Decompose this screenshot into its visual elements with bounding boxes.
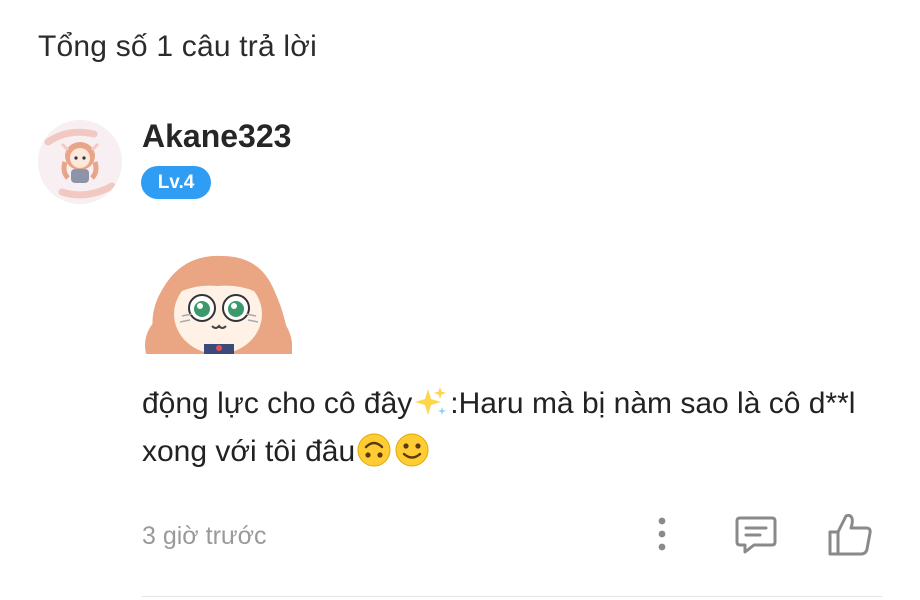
answer-count-title: Tổng số 1 câu trả lời bbox=[38, 30, 318, 63]
comment-divider bbox=[142, 596, 882, 597]
sparkles-icon bbox=[414, 385, 448, 419]
upside-down-face-icon bbox=[357, 433, 391, 467]
sticker-icon bbox=[145, 255, 293, 354]
username[interactable]: Akane323 bbox=[142, 118, 291, 155]
like-button[interactable] bbox=[826, 510, 874, 558]
level-badge: Lv.4 bbox=[141, 166, 211, 199]
slightly-smiling-face-icon bbox=[395, 433, 429, 467]
comment-timestamp: 3 giờ trước bbox=[142, 522, 267, 550]
more-options-button[interactable] bbox=[650, 514, 674, 554]
reply-button[interactable] bbox=[734, 514, 778, 556]
comment-text-part1: động lực cho cô đây bbox=[142, 387, 413, 420]
thumbs-up-icon bbox=[828, 513, 872, 556]
more-vertical-icon bbox=[658, 517, 666, 551]
user-avatar[interactable] bbox=[38, 120, 122, 204]
comment-sticker bbox=[142, 250, 293, 354]
avatar-icon bbox=[38, 120, 122, 204]
comment-icon bbox=[735, 516, 777, 554]
comment-text: động lực cho cô đây :Haru mà bị nàm sao … bbox=[142, 380, 882, 476]
